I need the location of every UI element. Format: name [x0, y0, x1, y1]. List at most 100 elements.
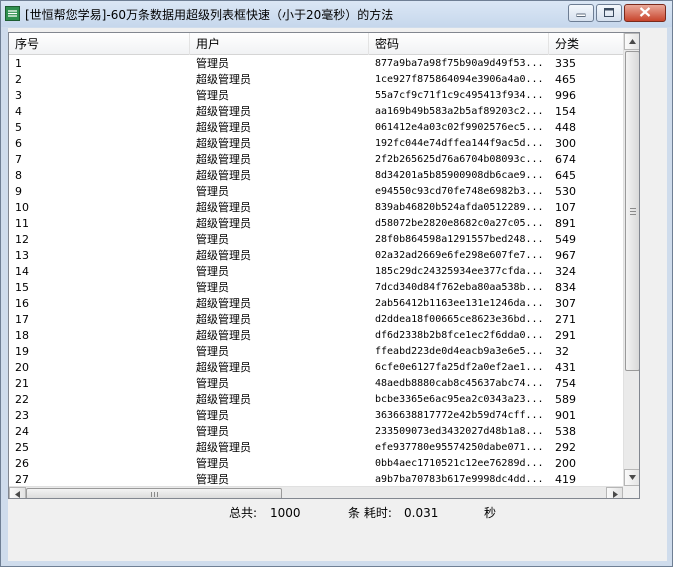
cell-index: 8	[15, 169, 22, 182]
cell-user: 超级管理员	[196, 137, 251, 150]
cell-index: 22	[15, 393, 29, 406]
list-header: 序号 用户 密码 分类	[9, 33, 623, 55]
column-header-password[interactable]: 密码	[369, 33, 549, 55]
cell-password: efe937780e95574250dabe071...	[375, 442, 544, 453]
table-row[interactable]: 23 管理员 3636638817772e42b59d74cff... 901	[9, 408, 623, 424]
horizontal-scrollbar[interactable]	[9, 486, 623, 498]
table-row[interactable]: 22 超级管理员 bcbe3365e6ac95ea2c0343a23... 589	[9, 392, 623, 408]
cell-category: 324	[555, 265, 576, 278]
cell-index: 3	[15, 89, 22, 102]
cell-password: e94550c93cd70fe748e6982b3...	[375, 186, 544, 197]
cell-category: 967	[555, 249, 576, 262]
cell-index: 5	[15, 121, 22, 134]
vertical-scroll-thumb[interactable]	[625, 51, 639, 371]
table-row[interactable]: 21 管理员 48aedb8880cab8c45637abc74... 754	[9, 376, 623, 392]
table-row[interactable]: 2 超级管理员 1ce927f875864094e3906a4a0... 465	[9, 72, 623, 88]
cell-user: 超级管理员	[196, 73, 251, 86]
scroll-down-button[interactable]	[624, 469, 639, 486]
cell-index: 2	[15, 73, 22, 86]
elapsed-label: 条 耗时:	[348, 506, 392, 520]
table-row[interactable]: 19 管理员 ffeabd223de0d4eacb9a3e6e5... 32	[9, 344, 623, 360]
cell-user: 超级管理员	[196, 121, 251, 134]
table-row[interactable]: 4 超级管理员 aa169b49b583a2b5af89203c2... 154	[9, 104, 623, 120]
title-bar[interactable]: [世恒帮您学易]-60万条数据用超级列表框快速（小于20毫秒）的方法	[1, 1, 672, 27]
cell-user: 管理员	[196, 473, 229, 486]
column-header-index[interactable]: 序号	[9, 33, 190, 55]
cell-password: 8d34201a5b85900908db6cae9...	[375, 170, 544, 181]
cell-category: 32	[555, 345, 569, 358]
table-row[interactable]: 1 管理员 877a9ba7a98f75b90a9d49f53... 335	[9, 56, 623, 72]
column-header-user[interactable]: 用户	[190, 33, 369, 55]
cell-password: 061412e4a03c02f9902576ec5...	[375, 122, 544, 133]
close-button[interactable]	[624, 4, 666, 22]
cell-user: 超级管理员	[196, 201, 251, 214]
minimize-button[interactable]	[568, 4, 594, 22]
cell-index: 15	[15, 281, 29, 294]
cell-password: 2ab56412b1163ee131e1246da...	[375, 298, 544, 309]
table-row[interactable]: 15 管理员 7dcd340d84f762eba80aa538b... 834	[9, 280, 623, 296]
cell-password: 28f0b864598a1291557bed248...	[375, 234, 544, 245]
cell-category: 307	[555, 297, 576, 310]
table-row[interactable]: 27 管理员 a9b7ba70783b617e9998dc4dd... 419	[9, 472, 623, 486]
table-row[interactable]: 24 管理员 233509073ed3432027d48b1a8... 538	[9, 424, 623, 440]
cell-category: 154	[555, 105, 576, 118]
cell-index: 12	[15, 233, 29, 246]
cell-user: 管理员	[196, 457, 229, 470]
table-row[interactable]: 8 超级管理员 8d34201a5b85900908db6cae9... 645	[9, 168, 623, 184]
cell-category: 300	[555, 137, 576, 150]
cell-password: 185c29dc24325934ee377cfda...	[375, 266, 544, 277]
cell-user: 管理员	[196, 233, 229, 246]
maximize-icon	[604, 6, 614, 20]
table-row[interactable]: 16 超级管理员 2ab56412b1163ee131e1246da... 307	[9, 296, 623, 312]
table-row[interactable]: 6 超级管理员 192fc044e74dffea144f9ac5d... 300	[9, 136, 623, 152]
table-row[interactable]: 3 管理员 55a7cf9c71f1c9c495413f934... 996	[9, 88, 623, 104]
cell-index: 11	[15, 217, 29, 230]
cell-password: bcbe3365e6ac95ea2c0343a23...	[375, 394, 544, 405]
cell-user: 管理员	[196, 265, 229, 278]
table-row[interactable]: 5 超级管理员 061412e4a03c02f9902576ec5... 448	[9, 120, 623, 136]
arrow-up-icon	[629, 39, 636, 44]
cell-user: 超级管理员	[196, 297, 251, 310]
table-row[interactable]: 13 超级管理员 02a32ad2669e6fe298e607fe7... 967	[9, 248, 623, 264]
close-icon	[639, 6, 651, 20]
cell-category: 107	[555, 201, 576, 214]
cell-password: 233509073ed3432027d48b1a8...	[375, 426, 544, 437]
table-row[interactable]: 26 管理员 0bb4aec1710521c12ee76289d... 200	[9, 456, 623, 472]
scroll-up-button[interactable]	[624, 33, 639, 50]
column-header-category[interactable]: 分类	[549, 33, 623, 55]
cell-user: 超级管理员	[196, 249, 251, 262]
table-row[interactable]: 18 超级管理员 df6d2338b2b8fce1ec2f6dda0... 291	[9, 328, 623, 344]
cell-category: 448	[555, 121, 576, 134]
table-row[interactable]: 12 管理员 28f0b864598a1291557bed248... 549	[9, 232, 623, 248]
cell-password: d2ddea18f00665ce8623e36bd...	[375, 314, 544, 325]
cell-index: 9	[15, 185, 22, 198]
table-row[interactable]: 10 超级管理员 839ab46820b524afda0512289... 107	[9, 200, 623, 216]
vertical-scrollbar[interactable]	[623, 33, 639, 486]
cell-password: 02a32ad2669e6fe298e607fe7...	[375, 250, 544, 261]
cell-user: 超级管理员	[196, 105, 251, 118]
table-row[interactable]: 14 管理员 185c29dc24325934ee377cfda... 324	[9, 264, 623, 280]
cell-category: 538	[555, 425, 576, 438]
maximize-button[interactable]	[596, 4, 622, 22]
client-area: 序号 用户 密码 分类 1 管理员 877a9ba7a98f75b90a9d49f5…	[8, 28, 667, 561]
cell-category: 419	[555, 473, 576, 486]
list-body: 1 管理员 877a9ba7a98f75b90a9d49f53... 335 2 超级管理…	[9, 56, 623, 486]
cell-category: 589	[555, 393, 576, 406]
table-row[interactable]: 7 超级管理员 2f2b265625d76a6704b08093c... 674	[9, 152, 623, 168]
cell-index: 10	[15, 201, 29, 214]
cell-password: 839ab46820b524afda0512289...	[375, 202, 544, 213]
table-row[interactable]: 25 超级管理员 efe937780e95574250dabe071... 292	[9, 440, 623, 456]
cell-index: 6	[15, 137, 22, 150]
scroll-left-button[interactable]	[9, 487, 26, 498]
arrow-down-icon	[629, 475, 636, 480]
super-list-view[interactable]: 序号 用户 密码 分类 1 管理员 877a9ba7a98f75b90a9d49f5…	[8, 32, 640, 499]
table-row[interactable]: 11 超级管理员 d58072be2820e8682c0a27c05... 891	[9, 216, 623, 232]
scroll-right-button[interactable]	[606, 487, 623, 498]
cell-password: 2f2b265625d76a6704b08093c...	[375, 154, 544, 165]
cell-category: 431	[555, 361, 576, 374]
horizontal-scroll-thumb[interactable]	[26, 488, 282, 498]
cell-password: 48aedb8880cab8c45637abc74...	[375, 378, 544, 389]
table-row[interactable]: 20 超级管理员 6cfe0e6127fa25df2a0ef2ae1... 431	[9, 360, 623, 376]
table-row[interactable]: 17 超级管理员 d2ddea18f00665ce8623e36bd... 271	[9, 312, 623, 328]
table-row[interactable]: 9 管理员 e94550c93cd70fe748e6982b3... 530	[9, 184, 623, 200]
